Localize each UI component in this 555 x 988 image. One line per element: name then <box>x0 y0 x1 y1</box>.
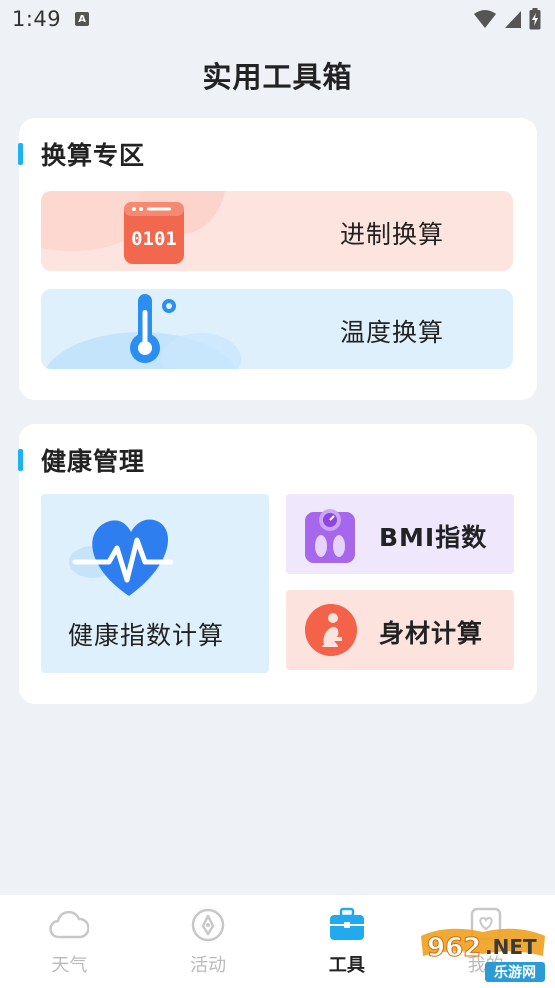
temperature-conversion-button[interactable]: 温度换算 <box>41 289 513 369</box>
watermark-brand: 962 <box>427 933 481 963</box>
watermark-graphic: 962 .NET 乐游网 <box>421 928 545 982</box>
notification-icon: A <box>75 12 90 26</box>
tab-tools-label: 工具 <box>328 955 365 976</box>
battery-icon <box>529 8 541 30</box>
wifi-icon <box>474 10 496 28</box>
binary-icon-text: 0101 <box>131 228 177 250</box>
cell-signal-icon <box>505 11 521 28</box>
conversion-section-title: 换算专区 <box>41 141 146 170</box>
tab-weather[interactable]: 天气 <box>0 895 139 988</box>
watermark-logo: 962 .NET 乐游网 <box>417 926 549 984</box>
toolbox-icon <box>329 907 364 940</box>
tab-activity-label: 活动 <box>190 955 227 976</box>
bmi-button[interactable]: BMI指数 <box>286 494 514 574</box>
tab-activity[interactable]: 活动 <box>139 895 278 988</box>
health-index-label: 健康指数计算 <box>68 621 225 650</box>
status-indicators <box>473 8 541 30</box>
compass-icon <box>191 908 225 942</box>
watermark-suffix: .NET <box>485 935 537 959</box>
temperature-conversion-label: 温度换算 <box>340 318 445 347</box>
thermometer-icon <box>130 294 176 363</box>
conversion-card: 换算专区 0101 进制换算 温度换算 <box>18 118 537 400</box>
base-conversion-button[interactable]: 0101 进制换算 <box>41 191 513 271</box>
bmi-label: BMI指数 <box>379 523 488 552</box>
health-section-title: 健康管理 <box>41 447 146 476</box>
tab-tools[interactable]: 工具 <box>278 895 417 988</box>
status-bar: 1:49 A <box>0 0 555 38</box>
conversion-section-header: 换算专区 <box>18 138 146 170</box>
body-shape-button[interactable]: 身材计算 <box>286 590 514 670</box>
health-section-header: 健康管理 <box>18 444 146 476</box>
base-conversion-label: 进制换算 <box>340 220 445 249</box>
status-time: 1:49 <box>12 7 62 31</box>
tab-weather-label: 天气 <box>51 955 88 976</box>
scale-icon <box>305 509 355 563</box>
heartbeat-icon <box>69 519 174 596</box>
body-figure-icon <box>305 604 357 656</box>
watermark-sub: 乐游网 <box>494 964 536 981</box>
binary-calculator-icon: 0101 <box>124 202 184 264</box>
health-card: 健康管理 健康指数计算 BMI指数 身材计算 <box>18 424 537 704</box>
body-shape-label: 身材计算 <box>379 619 484 648</box>
section-accent-bar <box>18 143 23 165</box>
page-title: 实用工具箱 <box>202 60 353 94</box>
health-index-button[interactable]: 健康指数计算 <box>41 494 269 673</box>
cloud-icon <box>49 910 90 939</box>
section-accent-bar <box>18 449 23 471</box>
